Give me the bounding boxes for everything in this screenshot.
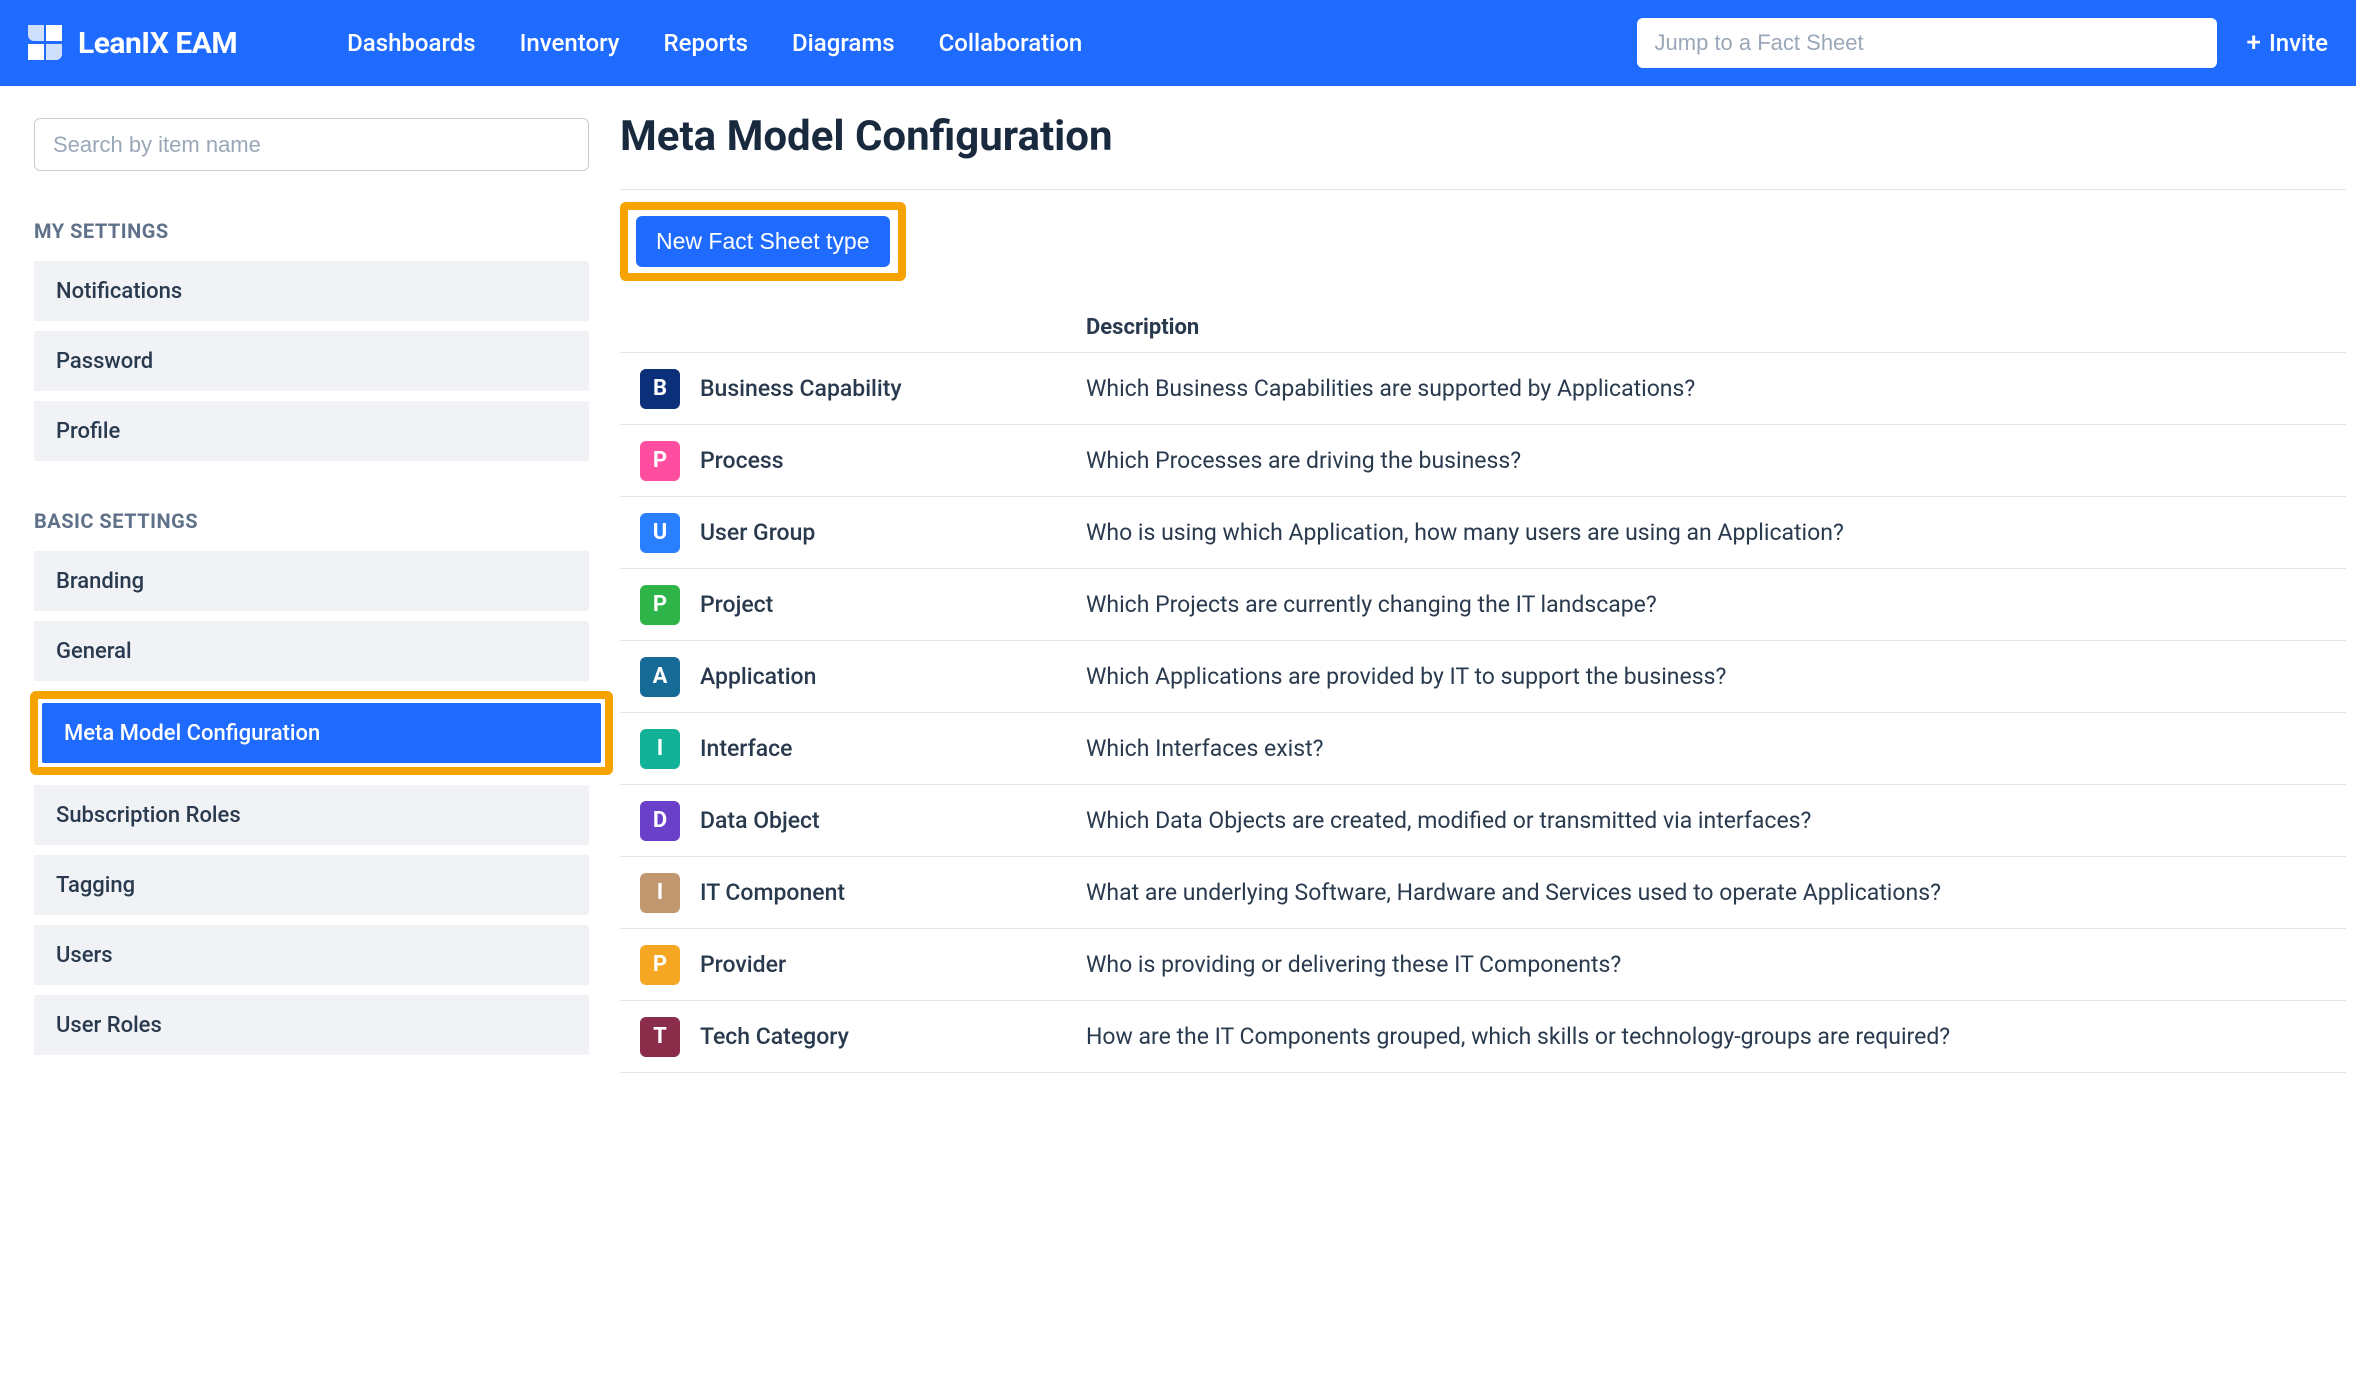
table-header: Description (620, 303, 2346, 353)
type-name: Interface (700, 735, 792, 762)
type-badge-icon: P (640, 945, 680, 985)
new-fact-sheet-highlight: New Fact Sheet type (620, 202, 906, 281)
table-row[interactable]: P Provider Who is providing or delivering … (620, 929, 2346, 1001)
table-row[interactable]: P Process Which Processes are driving the … (620, 425, 2346, 497)
type-description: Which Applications are provided by IT to… (1086, 663, 2346, 690)
type-badge-icon: I (640, 873, 680, 913)
plus-icon: + (2247, 30, 2261, 56)
type-name: Application (700, 663, 816, 690)
type-badge-icon: A (640, 657, 680, 697)
sidebar-item-subscription-roles[interactable]: Subscription Roles (34, 785, 589, 845)
type-name: Project (700, 591, 773, 618)
type-badge-icon: B (640, 369, 680, 409)
divider (620, 189, 2346, 190)
main-content: Meta Model Configuration New Fact Sheet … (620, 86, 2356, 1113)
type-name: Process (700, 447, 784, 474)
table-row[interactable]: I IT Component What are underlying Softwar… (620, 857, 2346, 929)
logo-icon (28, 25, 64, 61)
table-row[interactable]: A Application Which Applications are provi… (620, 641, 2346, 713)
sidebar: MY SETTINGS Notifications Password Profi… (0, 86, 620, 1113)
sidebar-group-basic-settings-title: BASIC SETTINGS (34, 509, 586, 533)
type-badge-icon: D (640, 801, 680, 841)
type-name: IT Component (700, 879, 845, 906)
type-description: Which Data Objects are created, modified… (1086, 807, 2346, 834)
col-description-header: Description (1086, 315, 2346, 340)
nav-collaboration[interactable]: Collaboration (939, 29, 1083, 57)
nav-dashboards[interactable]: Dashboards (347, 29, 475, 57)
type-description: Which Processes are driving the business… (1086, 447, 2346, 474)
fact-sheet-search-input[interactable] (1637, 18, 2217, 68)
type-badge-icon: P (640, 585, 680, 625)
table-row[interactable]: T Tech Category How are the IT Components … (620, 1001, 2346, 1073)
sidebar-item-branding[interactable]: Branding (34, 551, 589, 611)
sidebar-item-user-roles[interactable]: User Roles (34, 995, 589, 1055)
type-description: Which Business Capabilities are supporte… (1086, 375, 2346, 402)
type-badge-icon: I (640, 729, 680, 769)
invite-label: Invite (2269, 29, 2328, 57)
nav-inventory[interactable]: Inventory (520, 29, 620, 57)
fact-sheet-type-list: B Business Capability Which Business Capab… (620, 353, 2346, 1073)
sidebar-item-password[interactable]: Password (34, 331, 589, 391)
sidebar-item-general[interactable]: General (34, 621, 589, 681)
sidebar-item-users[interactable]: Users (34, 925, 589, 985)
type-description: Which Projects are currently changing th… (1086, 591, 2346, 618)
page-title: Meta Model Configuration (620, 112, 2346, 161)
top-bar: LeanIX EAM Dashboards Inventory Reports … (0, 0, 2356, 86)
type-description: What are underlying Software, Hardware a… (1086, 879, 2346, 906)
type-name: Business Capability (700, 375, 902, 402)
type-badge-icon: P (640, 441, 680, 481)
nav-reports[interactable]: Reports (664, 29, 748, 57)
type-description: How are the IT Components grouped, which… (1086, 1023, 2346, 1050)
type-badge-icon: T (640, 1017, 680, 1057)
sidebar-group-my-settings-title: MY SETTINGS (34, 219, 586, 243)
top-nav: Dashboards Inventory Reports Diagrams Co… (347, 29, 1082, 57)
table-row[interactable]: U User Group Who is using which Applicatio… (620, 497, 2346, 569)
invite-button[interactable]: + Invite (2247, 29, 2328, 57)
type-name: Tech Category (700, 1023, 849, 1050)
sidebar-item-profile[interactable]: Profile (34, 401, 589, 461)
sidebar-search-input[interactable] (34, 118, 589, 171)
brand-name: LeanIX EAM (78, 26, 237, 61)
table-row[interactable]: I Interface Which Interfaces exist? (620, 713, 2346, 785)
type-description: Which Interfaces exist? (1086, 735, 2346, 762)
table-row[interactable]: P Project Which Projects are currently cha… (620, 569, 2346, 641)
nav-diagrams[interactable]: Diagrams (792, 29, 895, 57)
table-row[interactable]: D Data Object Which Data Objects are creat… (620, 785, 2346, 857)
type-description: Who is using which Application, how many… (1086, 519, 2346, 546)
type-name: Provider (700, 951, 786, 978)
sidebar-item-meta-model-configuration[interactable]: Meta Model Configuration (42, 703, 601, 763)
type-description: Who is providing or delivering these IT … (1086, 951, 2346, 978)
type-name: Data Object (700, 807, 820, 834)
type-name: User Group (700, 519, 815, 546)
brand-area[interactable]: LeanIX EAM (28, 25, 237, 61)
sidebar-item-notifications[interactable]: Notifications (34, 261, 589, 321)
sidebar-highlight: Meta Model Configuration (30, 691, 613, 775)
type-badge-icon: U (640, 513, 680, 553)
new-fact-sheet-type-button[interactable]: New Fact Sheet type (636, 216, 890, 267)
sidebar-item-tagging[interactable]: Tagging (34, 855, 589, 915)
table-row[interactable]: B Business Capability Which Business Capab… (620, 353, 2346, 425)
